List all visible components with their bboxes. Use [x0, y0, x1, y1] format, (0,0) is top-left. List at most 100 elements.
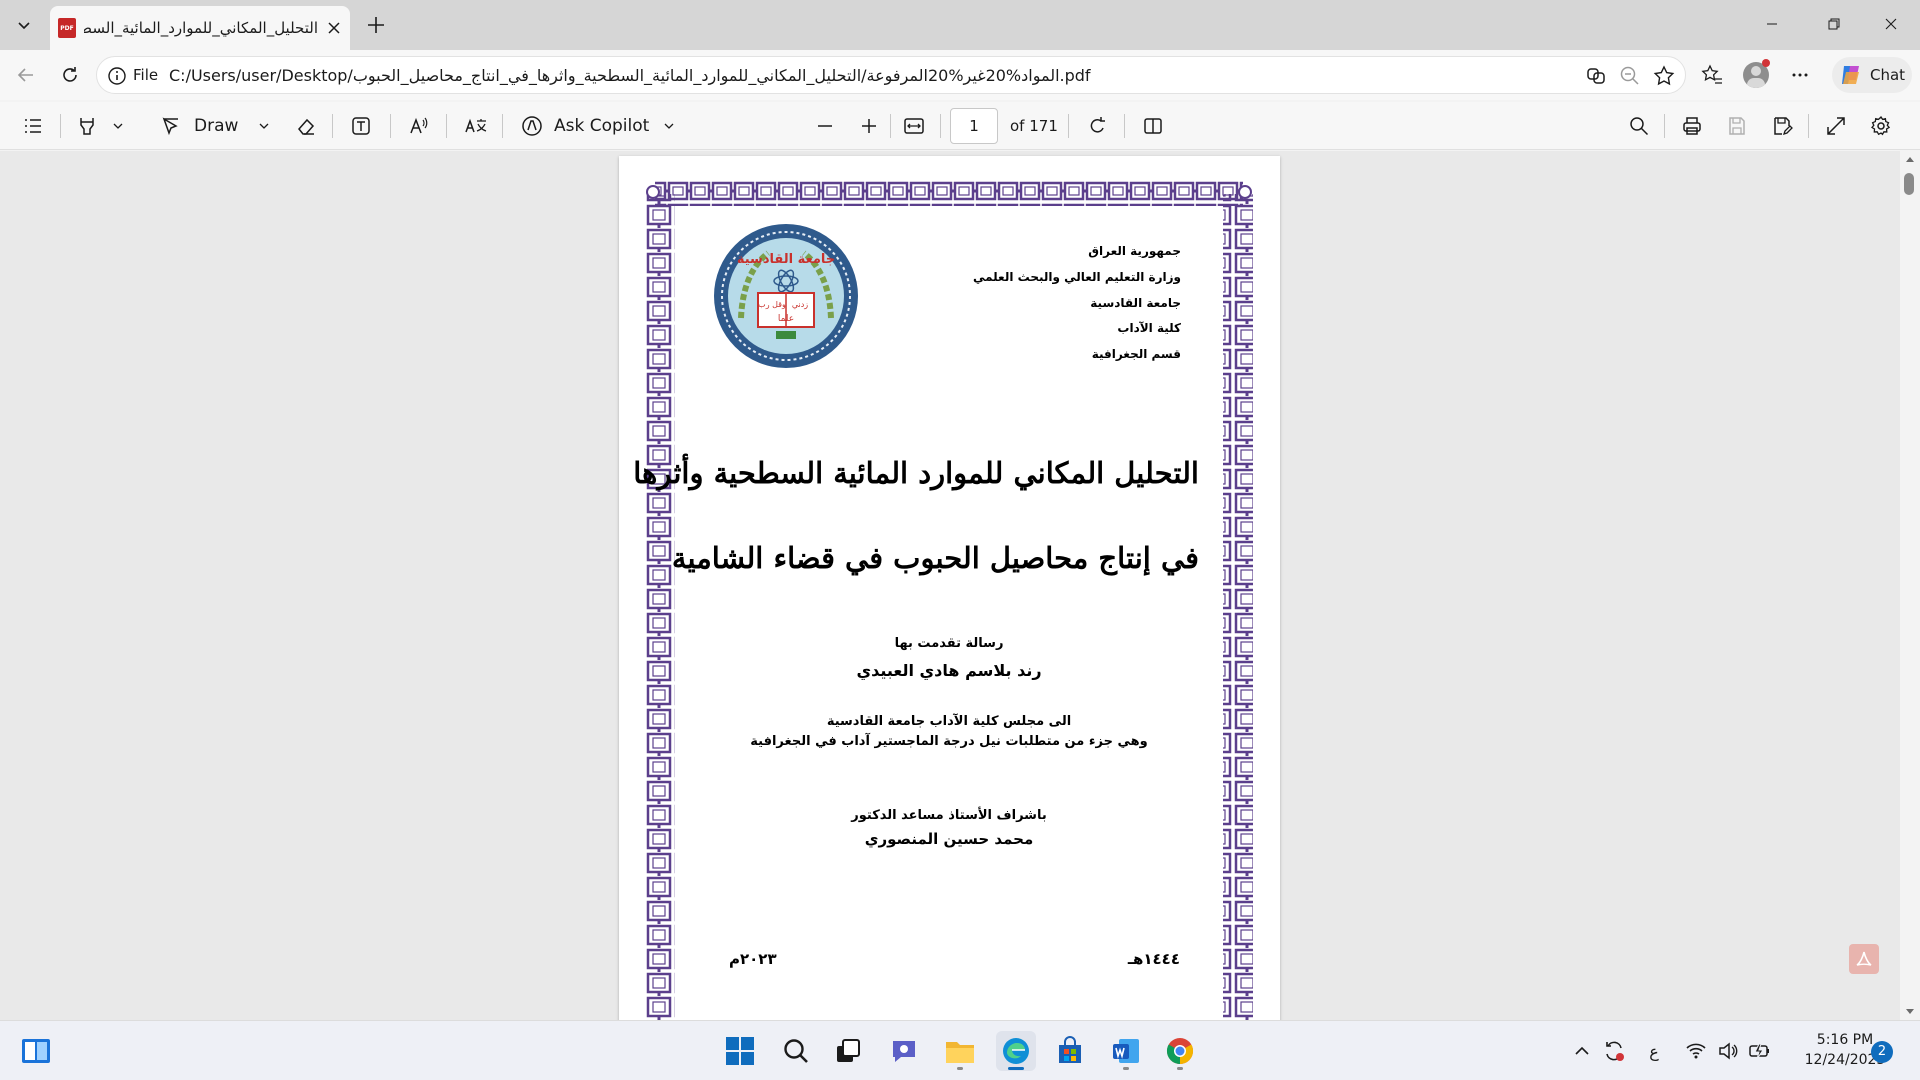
edge-icon	[1003, 1038, 1029, 1064]
arrow-left-icon	[17, 68, 33, 82]
page-number-input[interactable]: 1	[950, 108, 998, 144]
chrome-button[interactable]	[1160, 1031, 1200, 1071]
copilot-page-button[interactable]	[1584, 64, 1608, 88]
word-icon	[1113, 1039, 1139, 1063]
url-text[interactable]: C:/Users/user/Desktop/المواد%20غير%20الم…	[169, 66, 1169, 85]
profile-button[interactable]	[1738, 57, 1774, 93]
file-explorer-button[interactable]	[940, 1031, 980, 1071]
eraser-icon	[298, 118, 315, 135]
refresh-button[interactable]	[52, 57, 88, 93]
full-screen-button[interactable]	[1819, 108, 1853, 144]
settings-and-more-button[interactable]	[1782, 57, 1818, 93]
teams-chat-button[interactable]	[884, 1031, 924, 1071]
widgets-button[interactable]	[16, 1031, 56, 1071]
erase-button[interactable]	[289, 108, 323, 144]
logo-motto-line1: وقل رب	[758, 300, 786, 309]
pdf-settings-button[interactable]	[1864, 108, 1898, 144]
print-button[interactable]	[1675, 108, 1709, 144]
info-icon[interactable]	[107, 66, 127, 86]
wifi-icon	[1686, 1043, 1706, 1059]
supervisor-name: محمد حسين المنصوري	[864, 830, 1034, 848]
favorites-button[interactable]	[1694, 57, 1730, 93]
vertical-scrollbar[interactable]	[1900, 151, 1920, 1020]
copilot-logo-icon	[1842, 66, 1859, 84]
gregorian-year: ٢٠٢٣م	[729, 950, 777, 968]
minimize-button[interactable]	[1749, 0, 1795, 48]
task-view-button[interactable]	[828, 1031, 868, 1071]
chevron-down-icon	[18, 22, 30, 30]
new-tab-button[interactable]	[358, 7, 394, 43]
save-as-button[interactable]	[1765, 108, 1799, 144]
contents-button[interactable]	[16, 108, 50, 144]
folder-icon	[946, 1042, 974, 1063]
gear-icon	[1871, 115, 1891, 136]
chat-label: Chat	[1870, 66, 1906, 84]
start-button[interactable]	[720, 1031, 760, 1071]
tab-actions-menu-button[interactable]	[6, 7, 42, 43]
active-tab[interactable]: PDF التحليل_المكاني_للموارد_المائية_السط…	[50, 6, 350, 50]
scrollbar-thumb[interactable]	[1904, 173, 1914, 195]
close-icon	[1885, 18, 1897, 30]
restore-button[interactable]	[1811, 0, 1857, 48]
scroll-up-arrow-icon[interactable]	[1905, 155, 1915, 163]
copilot-chat-button[interactable]: Chat	[1832, 57, 1912, 93]
chevron-down-icon	[113, 123, 123, 129]
favorite-button[interactable]	[1652, 64, 1676, 88]
search-button[interactable]	[776, 1031, 816, 1071]
page-view-icon	[1144, 118, 1162, 134]
chat-bubble-icon	[893, 1041, 915, 1062]
favorites-icon	[1701, 64, 1722, 84]
fit-to-width-button[interactable]	[897, 108, 931, 144]
table-of-contents-icon	[25, 119, 41, 133]
highlight-button[interactable]	[70, 108, 130, 144]
input-language-button[interactable]: ع	[1634, 1031, 1674, 1071]
toolbar-divider	[940, 114, 941, 138]
toolbar-divider	[1808, 114, 1809, 138]
acrobat-button[interactable]	[1849, 944, 1879, 974]
ask-copilot-button[interactable]: Ask Copilot	[514, 108, 681, 144]
page-view-button[interactable]	[1136, 108, 1170, 144]
toolbar-divider	[502, 114, 503, 138]
url-scheme-label: File	[133, 66, 159, 84]
text-box-icon	[352, 117, 370, 135]
microsoft-store-button[interactable]	[1050, 1031, 1090, 1071]
plus-icon	[368, 17, 384, 33]
refresh-icon	[63, 67, 77, 82]
running-indicator	[957, 1067, 963, 1070]
pdf-viewport[interactable]: جامعة القادسية وقل رب زدني علما جمهورية …	[0, 151, 1920, 1020]
header-line-college: كلية الآداب	[1117, 321, 1181, 335]
scroll-down-arrow-icon[interactable]	[1905, 1008, 1915, 1016]
toolbar-divider	[890, 114, 891, 138]
minimize-icon	[1767, 23, 1777, 25]
zoom-in-button[interactable]	[853, 108, 885, 144]
logo-university-name: جامعة القادسية	[737, 252, 835, 267]
read-aloud-icon	[410, 117, 428, 134]
save-as-icon	[1774, 117, 1793, 136]
omnibox[interactable]: File C:/Users/user/Desktop/المواد%20غير%…	[96, 56, 1686, 94]
chevron-down-icon	[259, 123, 269, 129]
zoom-out-button[interactable]	[809, 108, 841, 144]
zoom-out-button[interactable]	[1618, 64, 1642, 88]
close-tab-button[interactable]	[326, 20, 342, 36]
add-text-button[interactable]	[344, 108, 378, 144]
back-button[interactable]	[8, 57, 44, 93]
draw-button[interactable]: Draw	[154, 108, 276, 144]
copilot-icon	[1587, 68, 1605, 84]
word-button[interactable]	[1106, 1031, 1146, 1071]
sync-status-button[interactable]	[1594, 1031, 1634, 1071]
battery-button[interactable]	[1740, 1031, 1780, 1071]
running-indicator	[1123, 1067, 1129, 1070]
header-line-ministry: وزارة التعليم العالي والبحث العلمي	[972, 270, 1181, 284]
copilot-icon	[522, 116, 542, 136]
rotate-button[interactable]	[1080, 108, 1114, 144]
read-aloud-button[interactable]	[402, 108, 436, 144]
task-view-icon	[837, 1039, 860, 1062]
translate-button[interactable]	[458, 108, 494, 144]
expand-icon	[1827, 117, 1845, 135]
close-window-button[interactable]	[1868, 0, 1914, 48]
edge-browser-button[interactable]	[996, 1031, 1036, 1071]
notification-count-badge[interactable]: 2	[1871, 1041, 1893, 1063]
find-button[interactable]	[1622, 108, 1656, 144]
save-button[interactable]	[1720, 108, 1754, 144]
minus-icon	[818, 125, 832, 127]
